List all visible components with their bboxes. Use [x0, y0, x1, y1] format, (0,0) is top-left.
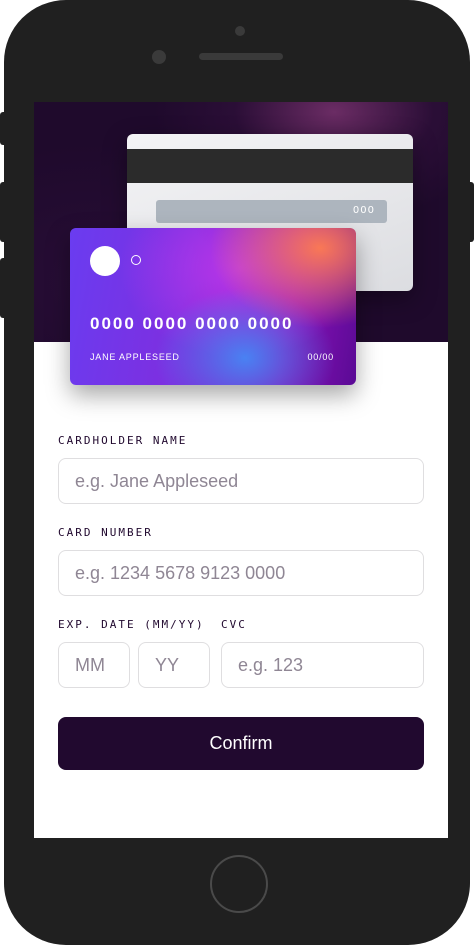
- card-logo-ring-icon: [131, 255, 141, 265]
- phone-frame: 000 0000 0000 0000 0000 JANE APPLESEED 0…: [4, 0, 470, 945]
- card-front: 0000 0000 0000 0000 JANE APPLESEED 00/00: [70, 228, 356, 385]
- cvc-input[interactable]: [221, 642, 424, 688]
- card-preview-area: 000 0000 0000 0000 0000 JANE APPLESEED 0…: [34, 102, 448, 385]
- earpiece-speaker: [199, 53, 283, 60]
- card-back-cvc: 000: [352, 205, 375, 216]
- card-front-number: 0000 0000 0000 0000: [90, 314, 294, 333]
- front-camera: [152, 50, 166, 64]
- cvc-label: CVC: [221, 618, 247, 631]
- cardholder-name-input[interactable]: [58, 458, 424, 504]
- cardholder-name-label: CARDHOLDER NAME: [58, 434, 188, 447]
- magnetic-stripe: [127, 149, 413, 183]
- exp-year-input[interactable]: [138, 642, 210, 688]
- exp-month-input[interactable]: [58, 642, 130, 688]
- proximity-sensor: [235, 26, 245, 36]
- card-logo-circle-icon: [90, 246, 120, 276]
- confirm-button[interactable]: Confirm: [58, 717, 424, 770]
- card-number-label: CARD NUMBER: [58, 526, 153, 539]
- app-screen: 000 0000 0000 0000 0000 JANE APPLESEED 0…: [34, 102, 448, 838]
- card-number-input[interactable]: [58, 550, 424, 596]
- card-front-holder: JANE APPLESEED: [90, 352, 180, 362]
- signature-strip: 000: [156, 200, 387, 223]
- card-front-expiry: 00/00: [307, 352, 334, 362]
- home-button[interactable]: [210, 855, 268, 913]
- exp-date-label: EXP. DATE (MM/YY): [58, 618, 205, 631]
